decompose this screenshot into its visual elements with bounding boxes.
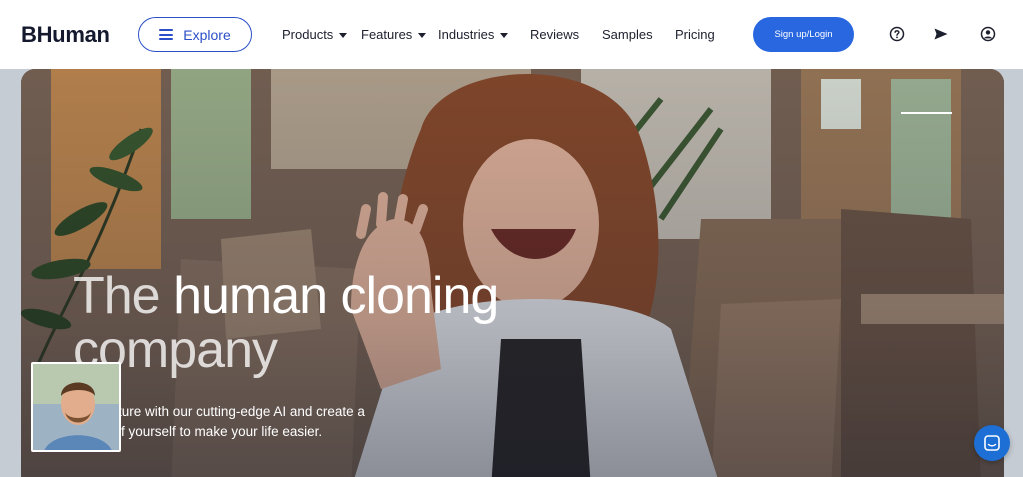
menu-icon xyxy=(159,29,174,40)
chevron-down-icon xyxy=(418,32,427,38)
nav-pricing-label: Pricing xyxy=(675,27,715,42)
avatar[interactable] xyxy=(31,362,121,452)
nav-features[interactable]: Features xyxy=(361,27,427,42)
explore-label: Explore xyxy=(183,26,231,43)
nav-pricing[interactable]: Pricing xyxy=(675,27,715,42)
send-icon[interactable] xyxy=(933,26,949,42)
person-portrait xyxy=(33,364,119,450)
explore-button[interactable]: Explore xyxy=(138,17,252,52)
hero-title-light: The xyxy=(73,267,161,325)
nav-samples-label: Samples xyxy=(602,27,653,42)
chat-icon xyxy=(984,435,1000,451)
site-header: BHuman Explore Products Features Industr… xyxy=(0,0,1023,69)
nav-industries[interactable]: Industries xyxy=(438,27,509,42)
hero-description: o the future with our cutting-edge AI an… xyxy=(73,402,433,442)
nav-samples[interactable]: Samples xyxy=(602,27,653,42)
nav-products[interactable]: Products xyxy=(282,27,348,42)
help-icon[interactable] xyxy=(889,26,905,42)
hero-title: The human cloning company xyxy=(73,269,593,377)
hero-title-bold: human cloning xyxy=(173,267,499,325)
nav-reviews[interactable]: Reviews xyxy=(530,27,579,42)
nav-industries-label: Industries xyxy=(438,27,495,42)
nav-products-label: Products xyxy=(282,27,334,42)
hero-banner: The human cloning company o the future w… xyxy=(21,69,1004,477)
chevron-down-icon xyxy=(339,32,348,38)
chevron-down-icon xyxy=(500,32,509,38)
chat-button[interactable] xyxy=(974,425,1010,461)
nav-features-label: Features xyxy=(361,27,413,42)
nav-reviews-label: Reviews xyxy=(530,27,580,42)
logo[interactable]: BHuman xyxy=(21,22,110,48)
signup-login-button[interactable]: Sign up/Login xyxy=(753,17,854,52)
account-icon[interactable] xyxy=(980,26,996,42)
slide-indicator[interactable] xyxy=(901,112,952,114)
